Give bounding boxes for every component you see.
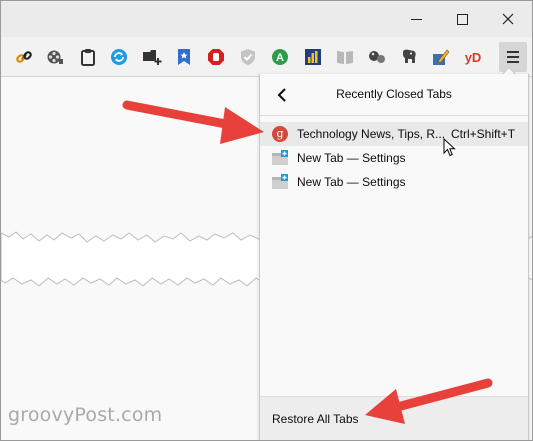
extension-elephant-button[interactable] — [398, 46, 420, 68]
extension-bookmark-button[interactable] — [173, 46, 195, 68]
closed-tab-title: New Tab — Settings — [297, 175, 406, 189]
extension-sync-button[interactable] — [108, 46, 130, 68]
panel-title: Recently Closed Tabs — [336, 87, 452, 101]
restore-all-tabs-button[interactable]: Restore All Tabs — [260, 396, 528, 440]
pencil-box-icon — [433, 49, 450, 65]
extension-yd-button[interactable]: yD — [462, 46, 484, 68]
closed-tab-item[interactable]: g Technology News, Tips, R... Ctrl+Shift… — [260, 122, 528, 146]
film-reel-icon — [47, 50, 63, 64]
add-tab-icon — [143, 50, 162, 65]
yd-icon: yD — [464, 49, 482, 65]
sync-icon — [111, 49, 127, 65]
extension-pencil-button[interactable] — [430, 46, 452, 68]
extension-chart-button[interactable] — [302, 46, 324, 68]
panel-header: Recently Closed Tabs — [260, 74, 528, 116]
bar-chart-icon — [305, 49, 321, 65]
extension-bubbles-button[interactable] — [366, 46, 388, 68]
extension-film-button[interactable] — [44, 46, 66, 68]
closed-tab-item[interactable]: New Tab — Settings — [260, 170, 528, 194]
shield-icon — [241, 49, 255, 65]
extension-clipboard-button[interactable] — [77, 46, 99, 68]
hamburger-line — [507, 61, 519, 63]
toolbar: A yD — [1, 37, 532, 77]
restore-all-tabs-label: Restore All Tabs — [272, 412, 359, 426]
elephant-icon — [403, 49, 416, 63]
closed-tab-title: Technology News, Tips, R... — [297, 127, 446, 141]
new-tab-page-icon — [272, 150, 288, 165]
browser-window: A yD Recently Closed Tabs g Technology N… — [0, 0, 533, 441]
book-icon — [337, 51, 353, 64]
extension-stop-button[interactable] — [205, 46, 227, 68]
groovypost-favicon-icon: g — [272, 126, 288, 142]
circle-a-icon: A — [272, 49, 288, 65]
close-icon — [502, 13, 514, 25]
closed-tab-title: New Tab — Settings — [297, 151, 406, 165]
maximize-button[interactable] — [439, 1, 485, 37]
extension-book-button[interactable] — [334, 46, 356, 68]
recently-closed-tabs-panel: Recently Closed Tabs g Technology News, … — [259, 74, 529, 440]
hamburger-line — [507, 56, 519, 58]
extension-add-tab-button[interactable] — [141, 46, 163, 68]
closed-tab-item[interactable]: New Tab — Settings — [260, 146, 528, 170]
watermark: groovyPost.com — [8, 404, 163, 426]
stop-hand-icon — [208, 49, 224, 65]
extension-link-button[interactable] — [13, 46, 35, 68]
new-tab-page-icon — [272, 174, 288, 189]
maximize-icon — [456, 13, 468, 25]
hamburger-menu-icon — [507, 51, 519, 53]
open-menu-button[interactable] — [499, 42, 527, 72]
keyboard-shortcut: Ctrl+Shift+T — [451, 127, 516, 141]
bookmark-star-icon — [178, 49, 190, 65]
link-icon — [16, 51, 32, 63]
title-bar — [1, 1, 532, 37]
bubbles-icon — [369, 51, 385, 63]
svg-text:A: A — [276, 52, 284, 64]
extension-a-button[interactable]: A — [269, 46, 291, 68]
extension-shield-button[interactable] — [237, 46, 259, 68]
minimize-icon — [410, 18, 422, 20]
clipboard-icon — [81, 49, 95, 66]
minimize-button[interactable] — [393, 1, 439, 37]
mouse-cursor-icon — [443, 138, 456, 157]
close-button[interactable] — [485, 1, 531, 37]
